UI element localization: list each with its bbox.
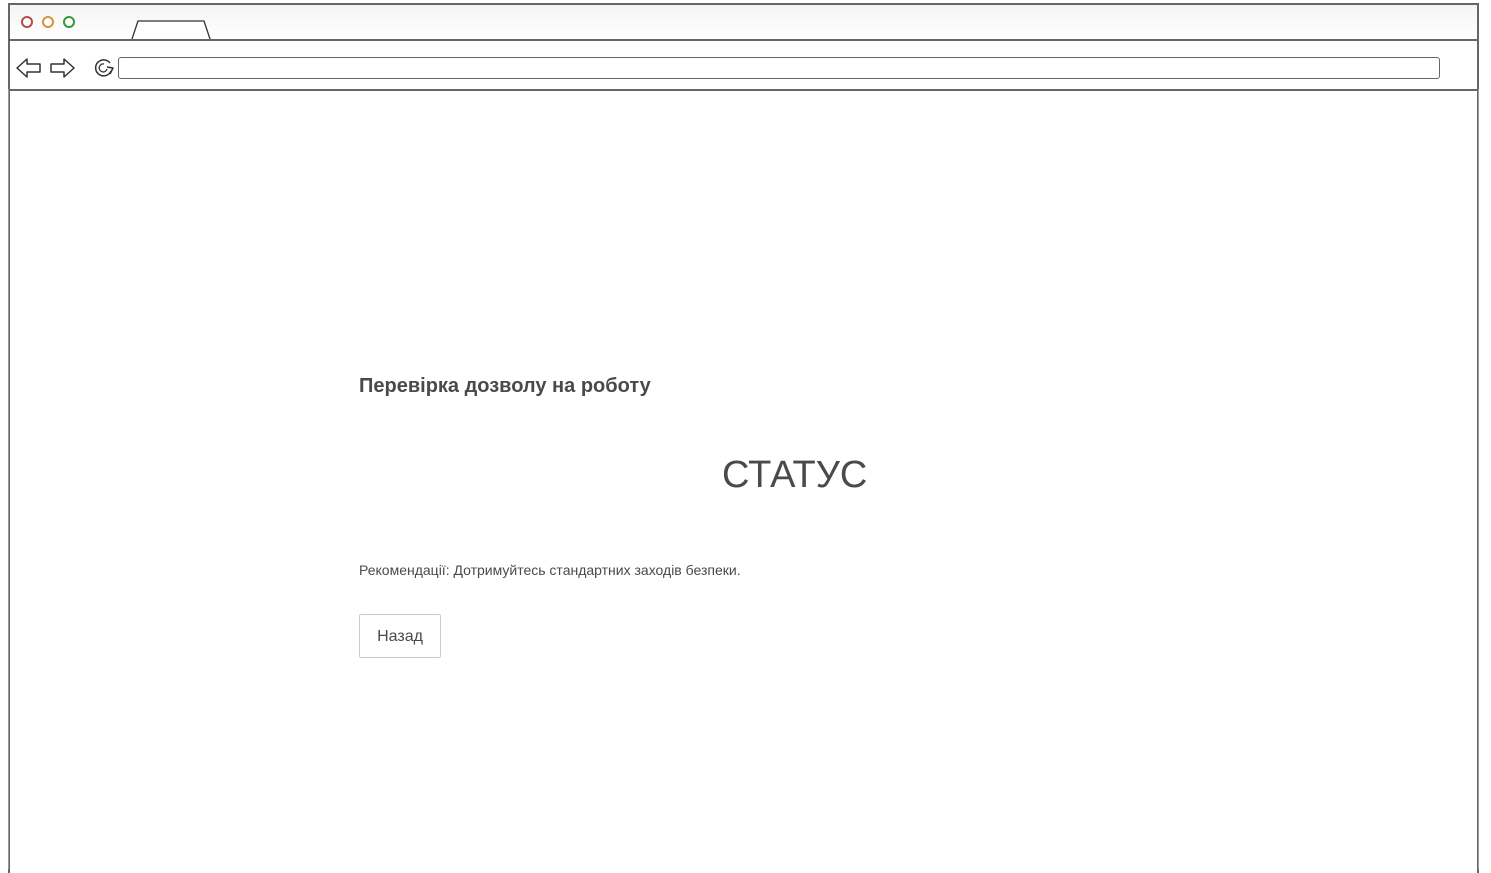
reload-icon[interactable] <box>92 56 116 80</box>
page-title: Перевірка дозволу на роботу <box>359 375 651 397</box>
browser-titlebar <box>10 5 1477 41</box>
browser-tab[interactable] <box>130 19 212 39</box>
close-window-button[interactable] <box>21 16 33 28</box>
minimize-window-button[interactable] <box>42 16 54 28</box>
recommendation-text: Рекомендації: Дотримуйтесь стандартних з… <box>359 562 741 578</box>
browser-toolbar <box>10 41 1477 91</box>
back-button[interactable]: Назад <box>359 614 441 658</box>
address-bar[interactable] <box>118 57 1440 79</box>
status-text: СТАТУС <box>722 454 868 496</box>
maximize-window-button[interactable] <box>63 16 75 28</box>
arrow-right-icon[interactable] <box>48 57 76 79</box>
arrow-left-icon[interactable] <box>15 57 43 79</box>
